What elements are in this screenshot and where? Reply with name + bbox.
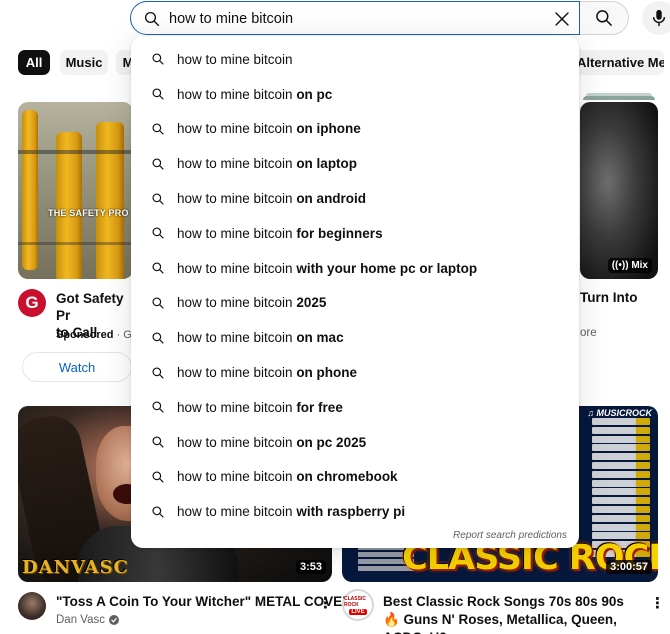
channel-name[interactable]: Dan Vasc: [56, 614, 105, 626]
suggestion-query: how to mine bitcoin: [177, 469, 293, 485]
suggestion-query: how to mine bitcoin: [177, 86, 293, 102]
search-input[interactable]: [169, 7, 539, 31]
suggestion-item[interactable]: how to mine bitcoin for free: [131, 390, 579, 425]
voice-search-button[interactable]: [642, 1, 670, 35]
suggestion-completion: on pc: [292, 86, 333, 102]
mix-stack-mid: [583, 96, 655, 100]
suggestion-item[interactable]: how to mine bitcoin: [131, 42, 579, 77]
suggestion-query: how to mine bitcoin: [177, 225, 293, 241]
suggestion-item[interactable]: how to mine bitcoin on pc 2025: [131, 425, 579, 460]
chip-music[interactable]: Music: [60, 50, 108, 75]
suggestion-item[interactable]: how to mine bitcoin on iphone: [131, 112, 579, 147]
watch-button[interactable]: Watch: [22, 352, 132, 382]
search-icon: [151, 331, 165, 345]
avatar[interactable]: G: [18, 289, 46, 317]
suggestion-completion: on phone: [292, 365, 358, 381]
search-icon: [151, 157, 165, 171]
avatar-text: CLASSIC ROCK: [344, 595, 366, 608]
suggestion-completion: on pc 2025: [292, 434, 367, 450]
suggestion-completion: on iphone: [292, 121, 361, 137]
suggestion-query: how to mine bitcoin: [177, 434, 293, 450]
suggestion-query: how to mine bitcoin: [177, 51, 293, 67]
microphone-icon: [652, 9, 666, 27]
mix-more-text: ore: [580, 327, 597, 339]
search-icon: [151, 435, 165, 449]
suggestion-query: how to mine bitcoin: [177, 260, 293, 276]
suggestion-item[interactable]: how to mine bitcoin on phone: [131, 355, 579, 390]
suggestion-item[interactable]: how to mine bitcoin on chromebook: [131, 460, 579, 495]
suggestion-completion: on laptop: [292, 156, 358, 172]
search-icon: [151, 400, 165, 414]
ad-thumbnail[interactable]: THE SAFETY PRO: [18, 102, 133, 279]
suggestion-completion: for free: [292, 399, 343, 415]
sponsored-line: Sponsored · Gra: [56, 329, 142, 341]
suggestion-item[interactable]: how to mine bitcoin on laptop: [131, 146, 579, 181]
search-icon: [151, 52, 165, 66]
avatar-letter: G: [25, 293, 39, 312]
suggestion-item[interactable]: how to mine bitcoin on pc: [131, 77, 579, 112]
suggestion-item[interactable]: how to mine bitcoin with your home pc or…: [131, 251, 579, 286]
search-button[interactable]: [580, 1, 629, 35]
suggestion-completion: 2025: [292, 295, 327, 311]
duration-badge: 3:00:57: [606, 560, 652, 574]
suggestion-completion: for beginners: [292, 225, 383, 241]
search-icon: [151, 192, 165, 206]
ad-thumbnail-text: THE SAFETY PRO: [48, 208, 129, 218]
mix-badge: ((•)) Mix: [607, 258, 652, 273]
suggestion-item[interactable]: how to mine bitcoin with raspberry pi: [131, 494, 579, 529]
channel-line: Dan Vasc: [56, 614, 120, 626]
close-icon[interactable]: [551, 8, 573, 30]
avatar[interactable]: [18, 592, 46, 620]
suggestion-query: how to mine bitcoin: [177, 504, 293, 520]
suggestion-query: how to mine bitcoin: [177, 191, 293, 207]
mix-title[interactable]: Turn Into: [580, 290, 637, 305]
search-icon: [151, 226, 165, 240]
suggestion-item[interactable]: how to mine bitcoin on android: [131, 181, 579, 216]
sponsored-label: Sponsored: [56, 329, 114, 341]
chip-all[interactable]: All: [18, 50, 50, 75]
verified-icon: [109, 615, 120, 625]
suggestion-query: how to mine bitcoin: [177, 156, 293, 172]
video-title[interactable]: "Toss A Coin To Your Witcher" METAL COVE…: [56, 594, 352, 609]
mix-thumbnail[interactable]: ((•)) Mix: [580, 102, 658, 279]
live-badge: LIVE: [349, 608, 367, 615]
youtube-home-page: All Music M Alternative Metal THE SAFETY…: [0, 0, 670, 634]
suggestion-item[interactable]: how to mine bitcoin on mac: [131, 320, 579, 355]
search-suggestions-dropdown: how to mine bitcoin how to mine bitcoin o…: [131, 36, 579, 548]
musicrock-brand: ♫ MUSICROCK: [587, 408, 652, 418]
video-title[interactable]: Best Classic Rock Songs 70s 80s 90s 🔥 Gu…: [383, 593, 643, 634]
search-icon: [151, 470, 165, 484]
search-icon: [151, 505, 165, 519]
suggestion-list: how to mine bitcoin how to mine bitcoin o…: [131, 42, 579, 529]
report-predictions-link[interactable]: Report search predictions: [453, 530, 567, 541]
search-icon: [151, 261, 165, 275]
suggestion-item[interactable]: how to mine bitcoin 2025: [131, 286, 579, 321]
avatar[interactable]: CLASSIC ROCK LIVE: [342, 589, 374, 621]
duration-badge: 3:53: [295, 560, 326, 574]
search-icon: [151, 87, 165, 101]
more-options-icon[interactable]: ⋮: [650, 594, 665, 612]
suggestion-completion: on chromebook: [292, 469, 398, 485]
more-options-icon[interactable]: ⋮: [318, 594, 333, 612]
suggestion-query: how to mine bitcoin: [177, 399, 293, 415]
search-icon: [596, 10, 612, 26]
suggestion-query: how to mine bitcoin: [177, 365, 293, 381]
suggestion-query: how to mine bitcoin: [177, 121, 293, 137]
ad-title-line1: Got Safety Pr: [56, 291, 124, 323]
suggestion-completion: with your home pc or laptop: [292, 260, 478, 276]
mix-icon: ((•)): [611, 260, 632, 271]
chip-alternative-metal[interactable]: Alternative Metal: [567, 50, 664, 75]
suggestion-completion: on mac: [292, 330, 344, 346]
suggestion-item[interactable]: how to mine bitcoin for beginners: [131, 216, 579, 251]
search-icon: [151, 122, 165, 136]
channel-logo: DANVASC: [22, 557, 129, 578]
search-icon: [144, 11, 160, 27]
search-icon: [151, 296, 165, 310]
suggestion-query: how to mine bitcoin: [177, 330, 293, 346]
search-icon: [151, 366, 165, 380]
suggestion-completion: with raspberry pi: [292, 504, 406, 520]
suggestion-completion: on android: [292, 191, 367, 207]
search-box[interactable]: [130, 1, 580, 35]
suggestion-query: how to mine bitcoin: [177, 295, 293, 311]
